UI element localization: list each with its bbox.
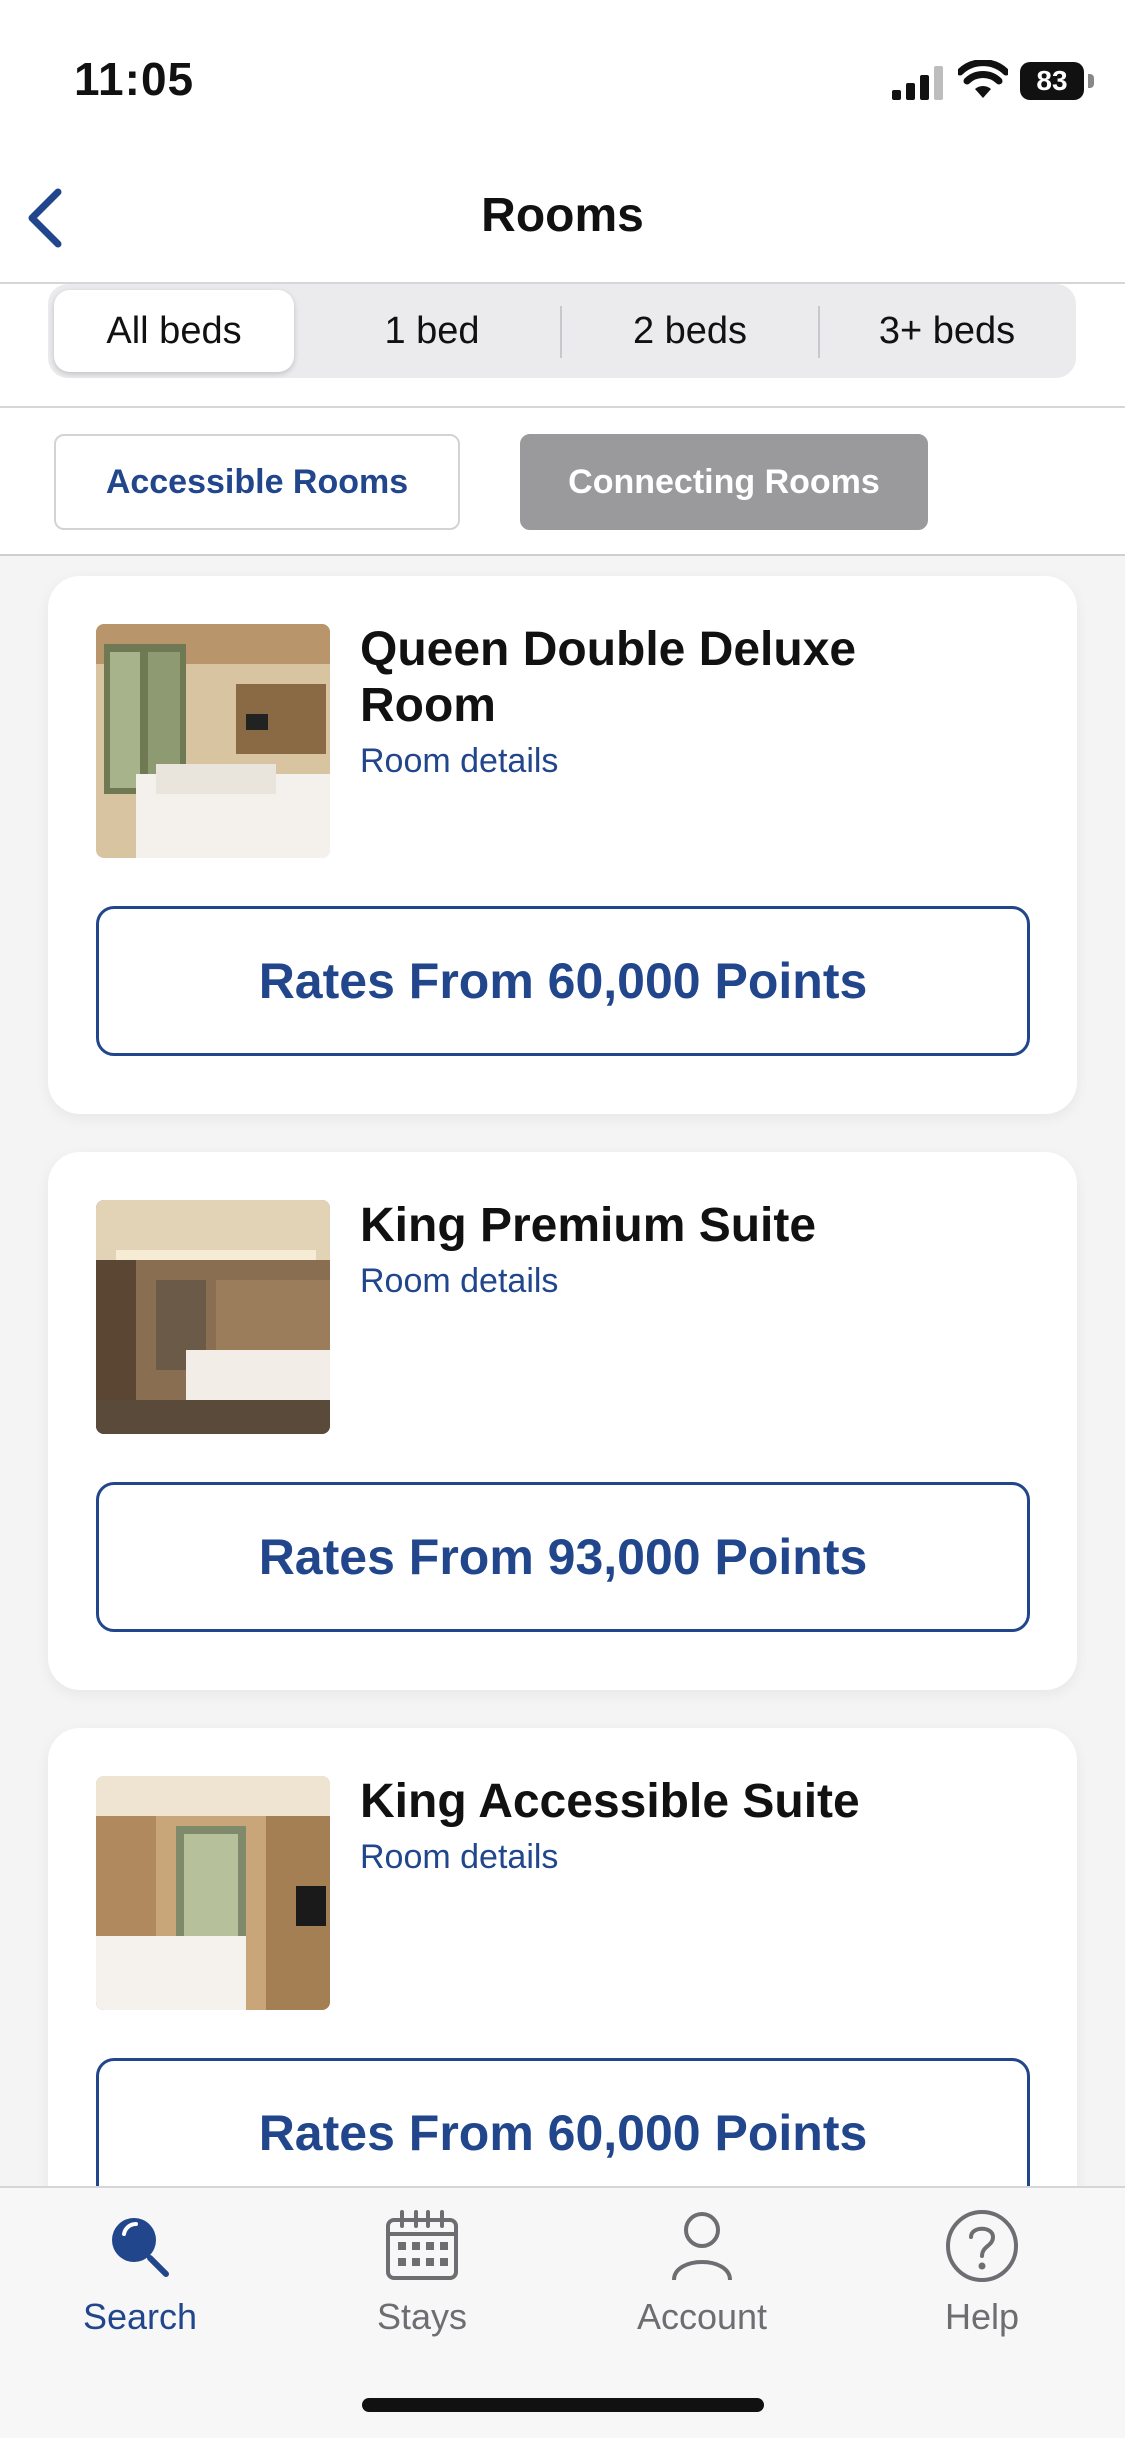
- rates-button[interactable]: Rates From 60,000 Points: [96, 906, 1030, 1056]
- calendar-icon: [386, 2210, 458, 2280]
- status-bar: 11:05 83: [0, 0, 1125, 150]
- tab-label: Account: [636, 2296, 768, 2337]
- segment-3-plus-beds[interactable]: 3+ beds: [824, 290, 1070, 372]
- segment-divider: [560, 306, 562, 358]
- segment-all-beds[interactable]: All beds: [54, 290, 294, 372]
- wifi-icon: [958, 60, 1008, 98]
- help-icon: [946, 2210, 1018, 2282]
- tab-help[interactable]: Help: [862, 2206, 1102, 2356]
- room-photo: [96, 1776, 330, 2010]
- segment-1-bed[interactable]: 1 bed: [310, 290, 554, 372]
- room-photo: [96, 624, 330, 858]
- tab-label: Search: [82, 2296, 198, 2337]
- rates-button[interactable]: Rates From 93,000 Points: [96, 1482, 1030, 1632]
- room-card: Queen Double Deluxe Room Room details Ra…: [48, 576, 1077, 1114]
- room-type-filters: Accessible Rooms Connecting Rooms: [0, 408, 1125, 556]
- room-card: King Accessible Suite Room details Rates…: [48, 1728, 1077, 2186]
- room-photo: [96, 1200, 330, 1434]
- room-details-link[interactable]: Room details: [360, 1838, 558, 1877]
- tab-label: Help: [944, 2296, 1020, 2337]
- connecting-rooms-button[interactable]: Connecting Rooms: [520, 434, 928, 530]
- room-list[interactable]: Queen Double Deluxe Room Room details Ra…: [0, 556, 1125, 2186]
- bed-filter-bar: All beds 1 bed 2 beds 3+ beds: [0, 284, 1125, 408]
- room-details-link[interactable]: Room details: [360, 742, 558, 781]
- home-indicator: [362, 2398, 764, 2412]
- tab-search[interactable]: Search: [20, 2206, 260, 2356]
- segment-2-beds[interactable]: 2 beds: [566, 290, 814, 372]
- person-icon: [672, 2212, 732, 2281]
- rates-button[interactable]: Rates From 60,000 Points: [96, 2058, 1030, 2186]
- page-title: Rooms: [481, 189, 644, 242]
- tab-stays[interactable]: Stays: [302, 2206, 542, 2356]
- status-time: 11:05: [74, 53, 195, 105]
- segment-divider: [818, 306, 820, 358]
- tab-account[interactable]: Account: [582, 2206, 822, 2356]
- accessible-rooms-button[interactable]: Accessible Rooms: [54, 434, 460, 530]
- room-details-link[interactable]: Room details: [360, 1262, 558, 1301]
- battery-icon: 83: [1020, 62, 1084, 100]
- room-name: King Premium Suite: [360, 1199, 817, 1252]
- cellular-signal-icon: [892, 66, 943, 100]
- tab-label: Stays: [376, 2296, 468, 2337]
- room-name: King Accessible Suite: [360, 1775, 860, 1828]
- room-card: King Premium Suite Room details Rates Fr…: [48, 1152, 1077, 1690]
- room-name: Queen Double Deluxe Room: [360, 623, 857, 732]
- battery-level: 83: [1036, 65, 1068, 96]
- bed-segmented-control: All beds 1 bed 2 beds 3+ beds: [48, 284, 1076, 378]
- navigation-bar: Rooms: [0, 150, 1125, 284]
- search-icon: [112, 2218, 169, 2277]
- battery-tip: [1088, 74, 1094, 88]
